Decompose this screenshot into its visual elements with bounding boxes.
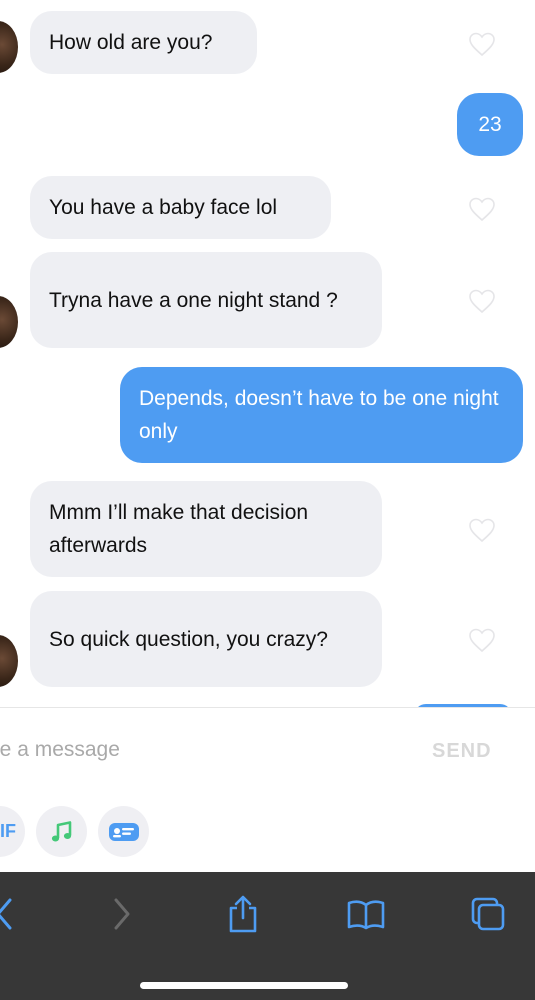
heart-icon[interactable] <box>468 517 496 543</box>
bookmarks-icon <box>347 900 385 930</box>
heart-icon[interactable] <box>468 288 496 314</box>
home-indicator[interactable] <box>140 982 348 989</box>
incoming-message-bubble[interactable]: You have a baby face lol <box>30 176 331 239</box>
share-button[interactable] <box>221 892 265 936</box>
send-button[interactable]: SEND <box>432 740 492 763</box>
attachment-bar: IF <box>0 792 535 872</box>
message-composer: pe a message SEND <box>0 707 535 793</box>
message-input[interactable]: pe a message <box>0 738 120 762</box>
heart-icon[interactable] <box>468 196 496 222</box>
message-text: How old are you? <box>49 31 213 54</box>
music-note-icon <box>51 820 71 841</box>
bookmarks-button[interactable] <box>344 892 388 936</box>
share-icon <box>229 895 257 933</box>
message-text: You have a baby face lol <box>49 196 278 219</box>
heart-icon[interactable] <box>468 627 496 653</box>
incoming-message-bubble[interactable]: Mmm I’ll make that decision afterwards <box>30 481 382 577</box>
profile-card-button[interactable] <box>98 806 149 857</box>
message-text: 23 <box>478 113 502 136</box>
sender-avatar[interactable] <box>0 21 18 73</box>
incoming-message-bubble[interactable]: Tryna have a one night stand ? <box>30 252 382 348</box>
forward-icon <box>114 898 130 930</box>
message-text: Tryna have a one night stand ? <box>49 288 338 312</box>
id-card-icon <box>108 822 139 841</box>
tabs-button[interactable] <box>466 892 510 936</box>
heart-icon[interactable] <box>468 31 496 57</box>
incoming-message-bubble[interactable]: So quick question, you crazy? <box>30 591 382 687</box>
music-button[interactable] <box>36 806 87 857</box>
back-button[interactable] <box>0 892 26 936</box>
browser-toolbar <box>0 872 535 1000</box>
tabs-icon <box>471 897 505 931</box>
outgoing-message-bubble[interactable]: Depends, doesn’t have to be one night on… <box>120 367 523 463</box>
sender-avatar[interactable] <box>0 635 18 687</box>
message-text: Mmm I’ll make that decision afterwards <box>49 501 309 557</box>
outgoing-message-bubble[interactable]: 23 <box>457 93 523 156</box>
gif-label: IF <box>0 821 16 841</box>
incoming-message-bubble[interactable]: How old are you? <box>30 11 257 74</box>
message-text: So quick question, you crazy? <box>49 627 328 651</box>
back-icon <box>0 898 12 930</box>
gif-button[interactable]: IF <box>0 806 25 857</box>
forward-button[interactable] <box>100 892 144 936</box>
sender-avatar[interactable] <box>0 296 18 348</box>
message-thread[interactable]: How old are you? 23 You have a baby face… <box>0 0 535 708</box>
message-text: Depends, doesn’t have to be one night on… <box>139 387 499 443</box>
